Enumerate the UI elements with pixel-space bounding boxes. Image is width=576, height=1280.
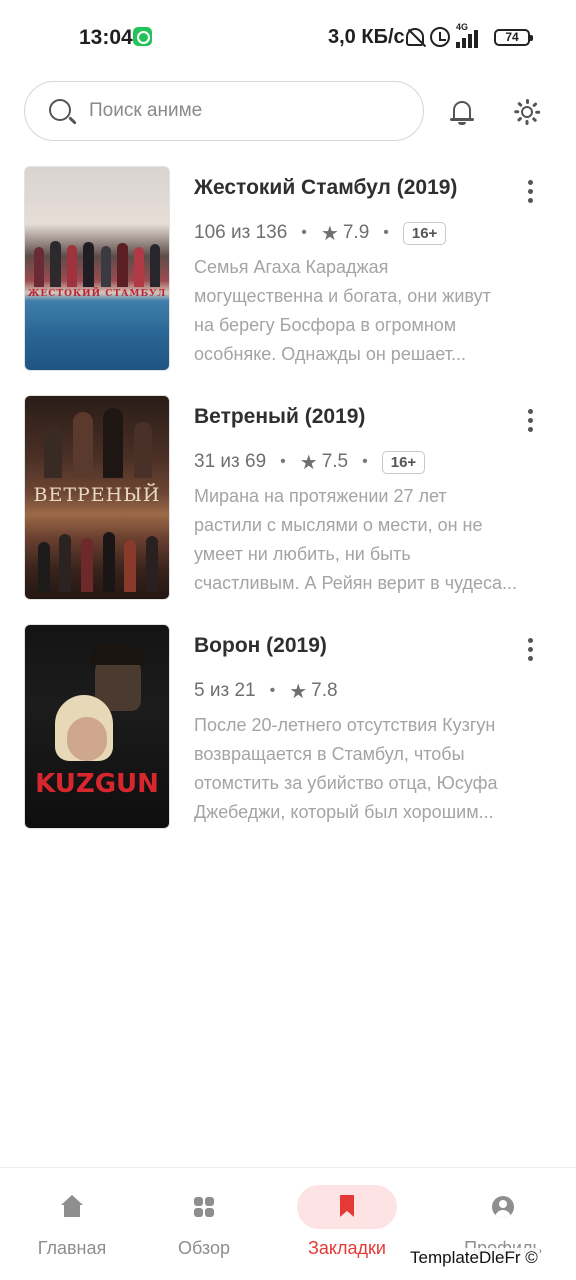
description: Мирана на протяжении 27 лет растили с мы… — [194, 486, 517, 593]
separator: • — [383, 224, 389, 241]
more-options-button[interactable] — [516, 632, 544, 666]
profile-icon — [492, 1195, 514, 1219]
status-time: 13:04 — [79, 26, 133, 49]
more-options-button[interactable] — [516, 174, 544, 208]
search-icon — [49, 99, 71, 121]
description: После 20-летнего отсутствия Кузгун возвр… — [194, 715, 498, 822]
notifications-button[interactable] — [438, 88, 486, 136]
bookmark-icon — [336, 1195, 358, 1219]
poster-image[interactable]: ЖЕСТОКИЙ СТАМБУЛ — [24, 166, 170, 371]
list-item[interactable]: KUZGUN Ворон (2019) 5 из 21 • ★ 7.8 Посл… — [0, 624, 576, 853]
nav-label: Главная — [37, 1238, 107, 1258]
watermark: TemplateDleFr © — [408, 1248, 540, 1268]
bell-icon — [450, 99, 474, 125]
poster-title: ЖЕСТОКИЙ СТАМБУЛ — [27, 289, 167, 299]
episodes-progress: 106 из 136 — [194, 222, 288, 243]
status-icons: 4G 74 — [406, 22, 533, 50]
muted-bell-icon — [406, 28, 424, 46]
theme-toggle-button[interactable] — [503, 88, 551, 136]
alarm-icon — [430, 27, 450, 47]
nav-label: Закладки — [308, 1238, 386, 1258]
nav-bookmarks[interactable]: Закладки — [275, 1168, 419, 1280]
poster-title: KUZGUN — [35, 769, 159, 799]
title[interactable]: Жестокий Стамбул (2019) — [194, 176, 457, 200]
more-options-button[interactable] — [516, 403, 544, 437]
nav-browse[interactable]: Обзор — [132, 1168, 276, 1280]
list-item[interactable]: ВЕТРЕНЫЙ Ветреный (2019) 31 из 69 • ★ 7.… — [0, 395, 576, 624]
bookmarks-list: ЖЕСТОКИЙ СТАМБУЛ Жестокий Стамбул (2019)… — [0, 166, 576, 853]
poster-title: ВЕТРЕНЫЙ — [33, 484, 161, 506]
status-bar: 13:04 3,0 КБ/с 4G 74 — [0, 0, 576, 76]
item-meta: 5 из 21 • ★ 7.8 — [194, 677, 338, 705]
nav-home[interactable]: Главная — [0, 1168, 144, 1280]
network-speed: 3,0 КБ/с — [328, 26, 405, 48]
search-input[interactable] — [89, 97, 409, 125]
network-type: 4G — [456, 22, 469, 32]
list-item[interactable]: ЖЕСТОКИЙ СТАМБУЛ Жестокий Стамбул (2019)… — [0, 166, 576, 395]
nav-label: Обзор — [178, 1238, 230, 1258]
title[interactable]: Ветреный (2019) — [194, 405, 365, 429]
separator: • — [269, 682, 276, 699]
poster-image[interactable]: KUZGUN — [24, 624, 170, 829]
separator: • — [280, 453, 286, 470]
battery-indicator: 74 — [494, 28, 533, 46]
description: Семья Агаха Караджая могущественна и бог… — [194, 257, 491, 364]
star-icon: ★ — [320, 222, 339, 245]
episodes-progress: 31 из 69 — [194, 451, 267, 472]
whatsapp-notification-icon — [133, 27, 152, 46]
rating: 7.9 — [342, 222, 370, 243]
star-icon: ★ — [299, 451, 318, 474]
age-rating-badge: 16+ — [381, 450, 426, 474]
sun-icon — [514, 99, 541, 125]
grid-icon — [193, 1195, 215, 1219]
separator: • — [301, 224, 307, 241]
separator: • — [362, 453, 368, 470]
rating: 7.8 — [311, 680, 338, 701]
episodes-progress: 5 из 21 — [194, 680, 256, 701]
star-icon: ★ — [289, 680, 308, 703]
signal-icon: 4G — [456, 22, 484, 48]
item-meta: 106 из 136 • ★ 7.9 • 16+ — [194, 219, 447, 247]
item-meta: 31 из 69 • ★ 7.5 • 16+ — [194, 448, 426, 476]
search-bar[interactable] — [24, 81, 424, 141]
poster-image[interactable]: ВЕТРЕНЫЙ — [24, 395, 170, 600]
rating: 7.5 — [321, 451, 349, 472]
age-rating-badge: 16+ — [402, 221, 447, 245]
home-icon — [61, 1195, 83, 1219]
title[interactable]: Ворон (2019) — [194, 634, 327, 658]
